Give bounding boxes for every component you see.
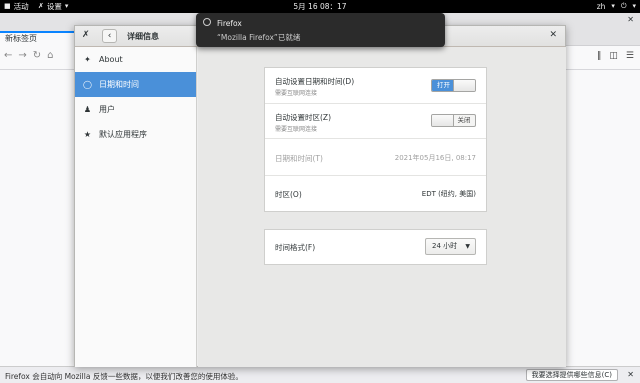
choose-data-button[interactable]: 我要选择提供哪些信息(C) [525, 369, 618, 381]
sidebar-icon[interactable]: ◫ [609, 51, 618, 61]
caret-down-icon: ▾ [632, 2, 636, 10]
auto-timezone-switch[interactable]: 关闭 [431, 114, 476, 127]
datetime-value: 2021年05月16日, 08:17 [394, 154, 476, 162]
auto-timezone-row[interactable]: 自动设置时区(Z) 需要互联网连接 关闭 [265, 104, 486, 139]
datetime-panel: 自动设置日期和时间(D) 需要互联网连接 打开 自动设置时区(Z) 需要互联网连… [198, 47, 566, 367]
sidebar-item-label: About [99, 55, 123, 64]
language-indicator[interactable]: zh [597, 2, 606, 11]
auto-timezone-sub: 需要互联网连接 [275, 126, 318, 133]
timezone-label: 时区(O) [275, 190, 302, 199]
data-reporting-bar: Firefox 会自动向 Mozilla 反馈一些数据，以便我们改善您的使用体验… [0, 366, 640, 383]
clock[interactable]: 5月 16 08：17 [0, 1, 640, 12]
star-icon: ✦ [84, 55, 91, 64]
timezone-value: EDT (纽约, 美国) [421, 190, 476, 198]
close-icon[interactable]: ✕ [627, 370, 634, 379]
notification-title: Firefox [217, 19, 242, 28]
system-tray[interactable]: zh ▾ ⏻ ▾ [597, 1, 636, 12]
sidebar-item-label: 用户 [99, 105, 115, 114]
tools-icon: ✗ [82, 30, 90, 40]
library-icon[interactable]: ‖ [597, 51, 602, 61]
datetime-settings-list: 自动设置日期和时间(D) 需要互联网连接 打开 自动设置时区(Z) 需要互联网连… [264, 67, 487, 212]
auto-timezone-label: 自动设置时区(Z) [275, 113, 331, 122]
data-reporting-message: Firefox 会自动向 Mozilla 反馈一些数据，以便我们改善您的使用体验… [5, 372, 243, 381]
notification-body: “Mozilla Firefox”已就绪 [217, 33, 301, 42]
time-format-row: 时间格式(F) 24 小时 ▼ [265, 230, 486, 264]
timezone-row[interactable]: 时区(O) EDT (纽约, 美国) [265, 176, 486, 211]
forward-icon[interactable]: → [18, 50, 26, 61]
switch-knob [432, 115, 454, 126]
caret-down-icon: ▼ [465, 243, 470, 250]
datetime-label: 日期和时间(T) [275, 154, 323, 163]
time-format-label: 时间格式(F) [275, 243, 316, 252]
switch-knob [453, 80, 475, 91]
home-icon[interactable]: ⌂ [47, 50, 53, 61]
time-format-list: 时间格式(F) 24 小时 ▼ [264, 229, 487, 265]
sidebar-item-users[interactable]: ♟ 用户 [75, 97, 196, 122]
close-icon[interactable]: ✕ [627, 15, 634, 24]
firefox-icon [203, 18, 211, 26]
page-title: 详细信息 [127, 32, 159, 41]
tab-title: 新标签页 [5, 34, 37, 43]
sidebar-item-label: 默认应用程序 [99, 130, 147, 139]
sidebar-item-default-apps[interactable]: ★ 默认应用程序 [75, 122, 196, 147]
back-button[interactable]: ‹ [102, 29, 117, 43]
switch-on-label: 打开 [432, 80, 455, 91]
datetime-row: 日期和时间(T) 2021年05月16日, 08:17 [265, 139, 486, 176]
power-icon[interactable]: ⏻ [621, 1, 627, 12]
sidebar-item-about[interactable]: ✦ About [75, 47, 196, 72]
auto-datetime-sub: 需要互联网连接 [275, 90, 318, 97]
menu-icon[interactable]: ☰ [626, 51, 634, 61]
sidebar-item-datetime[interactable]: ◯ 日期和时间 [75, 72, 196, 97]
clock-icon: ◯ [83, 80, 92, 89]
window-controls: ✕ [627, 15, 634, 24]
settings-sidebar: ✦ About ◯ 日期和时间 ♟ 用户 ★ 默认应用程序 [75, 47, 197, 367]
star-icon: ★ [83, 130, 92, 139]
auto-datetime-label: 自动设置日期和时间(D) [275, 77, 355, 86]
switch-off-label: 关闭 [457, 116, 471, 124]
sidebar-item-label: 日期和时间 [99, 80, 139, 89]
time-format-dropdown[interactable]: 24 小时 ▼ [425, 238, 476, 255]
auto-datetime-row[interactable]: 自动设置日期和时间(D) 需要互联网连接 打开 [265, 68, 486, 104]
time-format-value: 24 小时 [432, 242, 458, 250]
notification-banner[interactable]: Firefox “Mozilla Firefox”已就绪 [196, 13, 445, 47]
auto-datetime-switch[interactable]: 打开 [431, 79, 476, 92]
gnome-top-bar: ■ 活动 ✗ 设置 ▾ 5月 16 08：17 zh ▾ ⏻ ▾ [0, 0, 640, 13]
users-icon: ♟ [83, 105, 92, 114]
reload-icon[interactable]: ↻ [33, 50, 41, 61]
settings-window: ✗ ‹ 详细信息 ✕ ✦ About ◯ 日期和时间 ♟ 用户 ★ 默认应用程序… [74, 25, 566, 367]
caret-down-icon: ▾ [611, 2, 615, 10]
back-icon[interactable]: ← [4, 50, 12, 61]
close-button[interactable]: ✕ [549, 30, 557, 40]
